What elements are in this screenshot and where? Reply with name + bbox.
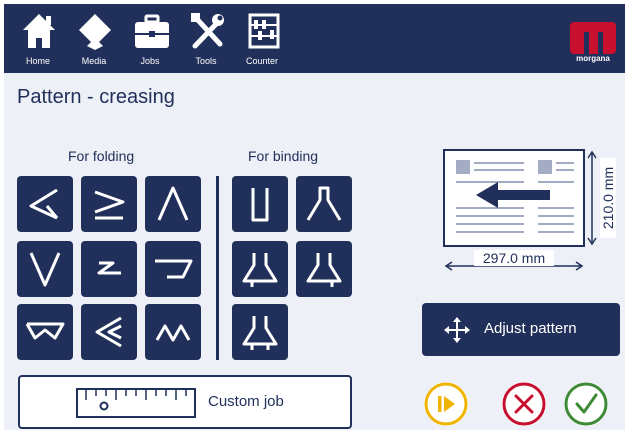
crease-pattern-1-button[interactable] [17,176,73,232]
cancel-button[interactable] [502,382,546,426]
nav-home[interactable]: Home [12,8,64,70]
sheet-width-label: 297.0 mm [474,250,554,266]
group-divider [216,176,219,360]
crease-pattern-3-icon [157,186,189,221]
nav-tools[interactable]: Tools [180,8,232,70]
move-icon [444,317,470,343]
nav-media-label: Media [81,56,107,66]
crease-pattern-1-icon [29,188,59,220]
top-nav-bar: Home Media Jobs Tools Counter morgana [4,4,625,73]
morgana-logo: morgana [567,18,619,64]
binding-pattern-1-button[interactable] [232,176,288,232]
crease-pattern-5-icon [97,261,121,275]
folding-group-title: For folding [68,148,135,164]
binding-pattern-3-button[interactable] [232,241,288,297]
crease-pattern-9-icon [155,324,191,342]
binding-group-title: For binding [248,148,319,164]
crease-pattern-6-icon [155,259,193,279]
confirm-button[interactable] [564,382,608,426]
nav-home-label: Home [25,56,50,66]
nav-jobs[interactable]: Jobs [124,8,176,70]
custom-job-label: Custom job [208,393,284,410]
nav-counter-label: Counter [245,56,279,66]
nav-counter[interactable]: Counter [236,8,288,70]
sheet-diagram: 297.0 mm 210.0 mm [440,148,616,273]
nav-tools-label: Tools [195,56,217,66]
binding-pattern-4-icon [306,253,342,287]
nav-media[interactable]: Media [68,8,120,70]
crease-pattern-6-button[interactable] [145,241,201,297]
nav-jobs-label: Jobs [140,56,160,66]
crease-pattern-8-icon [95,316,122,348]
binding-pattern-2-icon [306,186,342,221]
app-frame: Home Media Jobs Tools Counter morgana Pa… [4,4,625,430]
close-icon [502,382,546,426]
tools-icon [191,13,224,49]
check-icon [564,382,608,426]
crease-pattern-7-icon [25,322,65,340]
binding-pattern-5-button[interactable] [232,304,288,360]
crease-pattern-7-button[interactable] [17,304,73,360]
binding-pattern-3-icon [242,253,278,287]
binding-pattern-5-icon [242,316,278,350]
custom-job-button[interactable]: Custom job [18,375,352,429]
adjust-pattern-label: Adjust pattern [484,320,577,337]
crease-pattern-4-button[interactable] [17,241,73,297]
binding-pattern-1-icon [251,188,269,222]
crease-pattern-3-button[interactable] [145,176,201,232]
page-title: Pattern - creasing [17,86,175,108]
jobs-icon [135,14,169,48]
run-button[interactable] [424,382,468,426]
home-icon [23,14,55,48]
crease-pattern-2-icon [94,190,125,220]
logo-text: morgana [576,54,610,63]
morgana-logo-mark [570,22,616,54]
ruler-icon [76,388,196,418]
crease-pattern-8-button[interactable] [81,304,137,360]
counter-icon [248,13,280,49]
binding-pattern-4-button[interactable] [296,241,352,297]
media-icon [79,14,111,50]
crease-pattern-5-button[interactable] [81,241,137,297]
adjust-pattern-button[interactable]: Adjust pattern [422,303,620,356]
play-icon [424,382,468,426]
sheet-height-label: 210.0 mm [600,158,616,238]
crease-pattern-2-button[interactable] [81,176,137,232]
crease-pattern-4-icon [29,252,61,287]
crease-pattern-9-button[interactable] [145,304,201,360]
binding-pattern-2-button[interactable] [296,176,352,232]
